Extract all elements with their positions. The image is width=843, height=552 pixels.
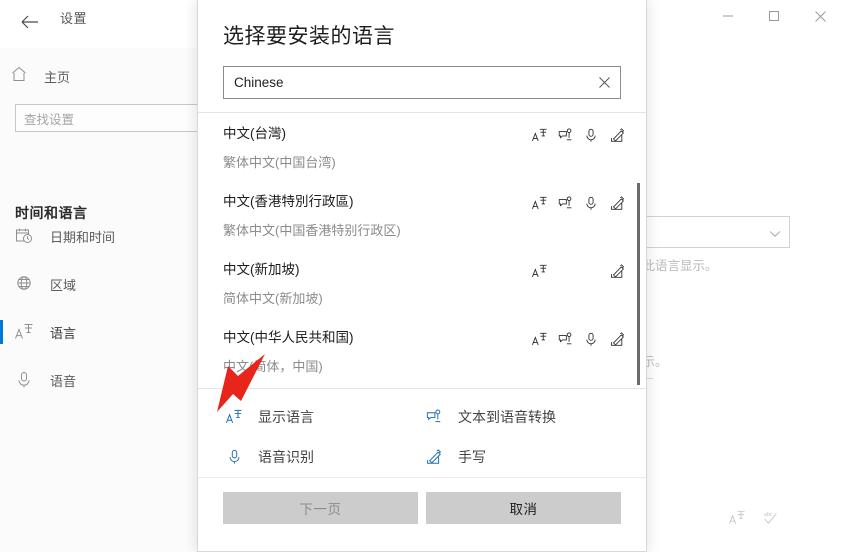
- language-subtitle: 简体中文(新加坡): [223, 291, 323, 306]
- handwriting-icon: [604, 193, 630, 213]
- sidebar-items: 日期和时间 区域 语言 语音: [0, 212, 200, 404]
- sidebar: 主页 查找设置 时间和语言 日期和时间 区域 语言 语音: [0, 48, 215, 552]
- svg-text:abc: abc: [764, 512, 773, 518]
- display-language-icon: [526, 193, 552, 213]
- sidebar-item-date-time[interactable]: 日期和时间: [0, 212, 200, 260]
- display-language-icon: [526, 329, 552, 349]
- handwriting-icon: [604, 261, 630, 281]
- legend-item-display-language: 显示语言: [224, 397, 424, 437]
- list-item[interactable]: 中文(香港特別行政區) 繁体中文(中国香港特别行政区): [198, 181, 646, 249]
- text-to-speech-icon: [552, 329, 578, 349]
- sidebar-search-box[interactable]: 查找设置: [15, 104, 215, 132]
- clear-search-button[interactable]: [588, 67, 620, 98]
- back-button[interactable]: [12, 6, 48, 38]
- language-subtitle: 繁体中文(中国香港特别行政区): [223, 223, 401, 238]
- language-search-input[interactable]: [224, 67, 588, 98]
- microphone-icon: [578, 125, 604, 145]
- scrollbar-thumb[interactable]: [637, 183, 640, 385]
- background-feature-icons: abc: [728, 510, 780, 531]
- spellcheck-icon: abc: [762, 510, 780, 531]
- dialog-buttons: 下一页 取消: [198, 492, 646, 524]
- screen-root: 设置 主页 查找设置 时间和语言 日期和时间 区域 语言 语音 用此语言显示。 …: [0, 0, 843, 552]
- close-button[interactable]: [797, 0, 843, 32]
- sidebar-item-language[interactable]: 语言: [0, 308, 200, 356]
- home-icon: [10, 65, 28, 88]
- list-item[interactable]: 中文(台灣) 繁体中文(中国台湾): [198, 113, 646, 181]
- microphone-icon: [578, 193, 604, 213]
- sidebar-item-home[interactable]: 主页: [10, 62, 70, 90]
- language-feature-icons: [526, 193, 630, 213]
- microphone-icon: [14, 370, 34, 390]
- display-language-icon: [728, 510, 746, 531]
- close-icon: [598, 77, 610, 88]
- chevron-down-icon: [769, 225, 781, 243]
- background-dropdown[interactable]: [630, 216, 790, 248]
- handwriting-icon: [604, 329, 630, 349]
- legend-item-text-to-speech: 文本到语音转换: [424, 397, 644, 437]
- maximize-button[interactable]: [751, 0, 797, 32]
- legend-item-handwriting: 手写: [424, 437, 644, 477]
- sidebar-item-label: 区域: [50, 277, 77, 293]
- dialog-title: 选择要安装的语言: [223, 25, 395, 48]
- legend-item-speech-recognition: 语音识别: [224, 437, 424, 477]
- microphone-icon: [578, 329, 604, 349]
- sidebar-item-label: 日期和时间: [50, 229, 116, 245]
- legend-label: 文本到语音转换: [458, 409, 556, 425]
- legend-label: 显示语言: [258, 409, 314, 425]
- footer-divider: [198, 477, 646, 478]
- list-scrollbar[interactable]: [637, 113, 640, 388]
- close-icon: [814, 10, 826, 22]
- display-language-icon: [526, 261, 552, 281]
- language-feature-icons: [526, 329, 630, 349]
- window-controls: [705, 0, 843, 32]
- legend-label: 语音识别: [258, 449, 314, 465]
- handwriting-icon: [604, 125, 630, 145]
- language-search-box[interactable]: [223, 66, 621, 99]
- sidebar-item-region[interactable]: 区域: [0, 260, 200, 308]
- sidebar-search-placeholder: 查找设置: [24, 112, 75, 127]
- feature-legend: 显示语言 文本到语音转换 语音识别 手写: [198, 389, 646, 475]
- calendar-clock-icon: [14, 226, 34, 246]
- list-item[interactable]: 中文(新加坡) 简体中文(新加坡): [198, 249, 646, 317]
- display-language-icon: [224, 407, 244, 427]
- sidebar-item-label: 语音: [50, 373, 77, 389]
- language-subtitle: 繁体中文(中国台湾): [223, 155, 336, 170]
- display-language-icon: [14, 322, 34, 342]
- back-arrow-icon: [21, 15, 38, 29]
- display-language-icon: [526, 125, 552, 145]
- language-feature-icons: [526, 261, 630, 281]
- language-subtitle: 中文(简体，中国): [223, 359, 323, 374]
- maximize-icon: [769, 11, 779, 21]
- list-item[interactable]: 中文(中华人民共和国) 中文(简体，中国): [198, 317, 646, 385]
- microphone-icon: [224, 447, 244, 467]
- sidebar-home-label: 主页: [44, 69, 71, 85]
- next-button[interactable]: 下一页: [223, 492, 418, 524]
- install-language-dialog: 选择要安装的语言 中文(台灣) 繁体中文(中国台湾): [197, 0, 647, 552]
- text-to-speech-icon: [552, 125, 578, 145]
- window-title: 设置: [60, 11, 88, 26]
- minimize-icon: [723, 15, 733, 17]
- text-to-speech-icon: [424, 407, 444, 427]
- legend-label: 手写: [458, 449, 486, 465]
- language-feature-icons: [526, 125, 630, 145]
- language-list[interactable]: 中文(台灣) 繁体中文(中国台湾) 中文(香港特別行政區) 繁体中文(中国香港特…: [198, 113, 646, 388]
- handwriting-icon: [424, 447, 444, 467]
- globe-icon: [14, 274, 34, 294]
- minimize-button[interactable]: [705, 0, 751, 32]
- sidebar-item-label: 语言: [50, 325, 77, 341]
- text-to-speech-icon: [552, 193, 578, 213]
- cancel-button[interactable]: 取消: [426, 492, 621, 524]
- sidebar-item-speech[interactable]: 语音: [0, 356, 200, 404]
